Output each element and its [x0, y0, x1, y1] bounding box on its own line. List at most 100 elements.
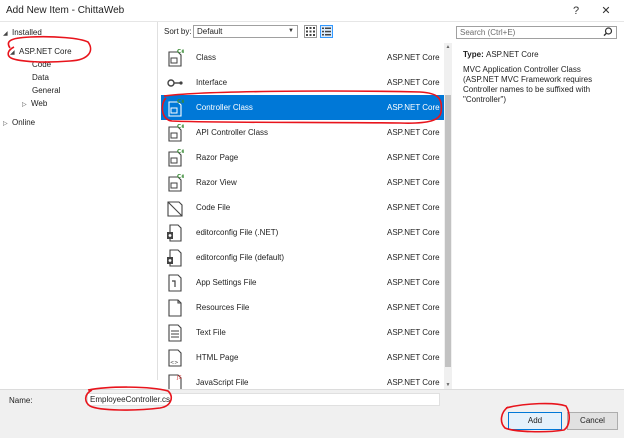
details-pane: Search (Ctrl+E) Type: ASP.NET Core MVC A… [453, 22, 624, 380]
list-view-button[interactable] [320, 25, 333, 38]
template-name: Text File [196, 328, 226, 337]
add-button[interactable]: Add [508, 412, 562, 430]
svg-text:C#: C# [177, 124, 184, 130]
name-input[interactable]: EmployeeController.cs [87, 393, 440, 406]
template-name: API Controller Class [196, 128, 269, 137]
scroll-up-icon[interactable]: ▲ [444, 43, 452, 51]
template-item-interface[interactable]: Interface ASP.NET Core [161, 70, 444, 95]
grid-view-icon [306, 27, 315, 36]
app-settings-icon [168, 274, 182, 292]
template-name: Controller Class [196, 103, 253, 112]
scroll-down-icon[interactable]: ▼ [444, 381, 452, 389]
template-name: App Settings File [196, 278, 257, 287]
template-name: HTML Page [196, 353, 239, 362]
svg-text:<>: <> [170, 360, 178, 366]
template-description: MVC Application Controller Class (ASP.NE… [463, 65, 593, 104]
template-list-scrollbar[interactable]: ▲ ▼ [444, 43, 452, 389]
template-item-editorconfig-file-net[interactable]: editorconfig File (.NET) ASP.NET Core [161, 220, 444, 245]
controller-class-icon: C# [168, 99, 184, 117]
help-button[interactable]: ? [568, 3, 584, 19]
sort-toolbar: Sort by: Default ▼ [158, 22, 448, 42]
title-bar: Add New Item - ChittaWeb ? ✕ [0, 0, 624, 22]
template-name: editorconfig File (default) [196, 253, 285, 262]
sort-by-dropdown[interactable]: Default ▼ [193, 25, 298, 38]
search-input[interactable]: Search (Ctrl+E) [456, 26, 617, 39]
template-item-resources-file[interactable]: Resources File ASP.NET Core [161, 295, 444, 320]
template-name: Razor View [196, 178, 237, 187]
template-item-app-settings-file[interactable]: App Settings File ASP.NET Core [161, 270, 444, 295]
template-tag: ASP.NET Core [387, 378, 440, 387]
template-item-class[interactable]: C# Class ASP.NET Core [161, 45, 444, 70]
template-tag: ASP.NET Core [387, 203, 440, 212]
class-icon: C# [168, 49, 184, 67]
collapse-arrow-icon[interactable]: ◢ [3, 28, 12, 41]
template-name: editorconfig File (.NET) [196, 228, 279, 237]
collapse-arrow-icon[interactable]: ◢ [10, 47, 19, 60]
tree-node-general[interactable]: General [32, 84, 60, 97]
expand-arrow-icon[interactable]: ▷ [22, 99, 31, 112]
template-name: JavaScript File [196, 378, 249, 387]
api-controller-icon: C# [168, 124, 184, 142]
svg-text:C#: C# [177, 149, 184, 155]
template-name: Razor Page [196, 153, 239, 162]
template-tag: ASP.NET Core [387, 178, 440, 187]
template-list[interactable]: C# Class ASP.NET Core Interface ASP.NET Core… [161, 43, 444, 389]
tree-node-online[interactable]: ▷ Online [3, 116, 35, 129]
template-tag: ASP.NET Core [387, 278, 440, 287]
template-item-html-page[interactable]: <> HTML Page ASP.NET Core [161, 345, 444, 370]
javascript-file-icon: JS [168, 374, 182, 389]
html-page-icon: <> [168, 349, 182, 367]
editorconfig-default-icon [167, 249, 182, 267]
template-name: Code File [196, 203, 231, 212]
resources-file-icon [168, 299, 182, 317]
text-file-icon [168, 324, 182, 342]
expand-arrow-icon[interactable]: ▷ [3, 118, 12, 131]
template-tag: ASP.NET Core [387, 103, 440, 112]
template-item-api-controller-class[interactable]: C# API Controller Class ASP.NET Core [161, 120, 444, 145]
tree-node-aspnet-core[interactable]: ◢ ASP.NET Core [10, 45, 72, 58]
razor-view-icon: C# [168, 174, 184, 192]
tree-node-code[interactable]: Code [32, 58, 51, 71]
template-name: Class [196, 53, 217, 62]
template-item-editorconfig-file-default[interactable]: editorconfig File (default) ASP.NET Core [161, 245, 444, 270]
close-button[interactable]: ✕ [598, 3, 614, 19]
template-tag: ASP.NET Core [387, 253, 440, 262]
tree-node-data[interactable]: Data [32, 71, 49, 84]
template-tag: ASP.NET Core [387, 228, 440, 237]
sort-by-label: Sort by: [164, 27, 192, 36]
template-tag: ASP.NET Core [387, 78, 440, 87]
template-tag: ASP.NET Core [387, 328, 440, 337]
template-name: Interface [196, 78, 228, 87]
razor-page-icon: C# [168, 149, 184, 167]
svg-text:C#: C# [177, 99, 184, 105]
interface-icon [167, 79, 183, 87]
tree-node-installed[interactable]: ◢ Installed [3, 26, 42, 39]
svg-text:C#: C# [177, 49, 184, 55]
template-item-code-file[interactable]: Code File ASP.NET Core [161, 195, 444, 220]
chevron-down-icon: ▼ [288, 28, 294, 34]
template-item-controller-class[interactable]: C# Controller Class ASP.NET Core [161, 95, 444, 120]
search-icon[interactable] [602, 26, 614, 38]
template-item-javascript-file[interactable]: JS JavaScript File ASP.NET Core [161, 370, 444, 389]
template-type: Type: ASP.NET Core [463, 50, 539, 59]
code-file-icon [167, 201, 183, 217]
template-item-text-file[interactable]: Text File ASP.NET Core [161, 320, 444, 345]
template-tag: ASP.NET Core [387, 128, 440, 137]
window-title: Add New Item - ChittaWeb [6, 5, 125, 16]
list-view-icon [322, 27, 331, 36]
template-tag: ASP.NET Core [387, 53, 440, 62]
scrollbar-thumb[interactable] [445, 95, 451, 367]
editorconfig-icon [167, 224, 182, 242]
svg-text:JS: JS [176, 375, 182, 381]
tree-node-web[interactable]: ▷ Web [22, 97, 47, 110]
category-tree: ◢ Installed ◢ ASP.NET Core Code Data Gener… [0, 22, 158, 380]
grid-view-button[interactable] [304, 25, 317, 38]
template-tag: ASP.NET Core [387, 353, 440, 362]
cancel-button[interactable]: Cancel [567, 412, 618, 430]
template-item-razor-view[interactable]: C# Razor View ASP.NET Core [161, 170, 444, 195]
svg-text:C#: C# [177, 174, 184, 180]
footer-bar: Name: EmployeeController.cs Add Cancel [0, 389, 624, 438]
name-label: Name: [9, 396, 33, 405]
template-name: Resources File [196, 303, 250, 312]
template-item-razor-page[interactable]: C# Razor Page ASP.NET Core [161, 145, 444, 170]
